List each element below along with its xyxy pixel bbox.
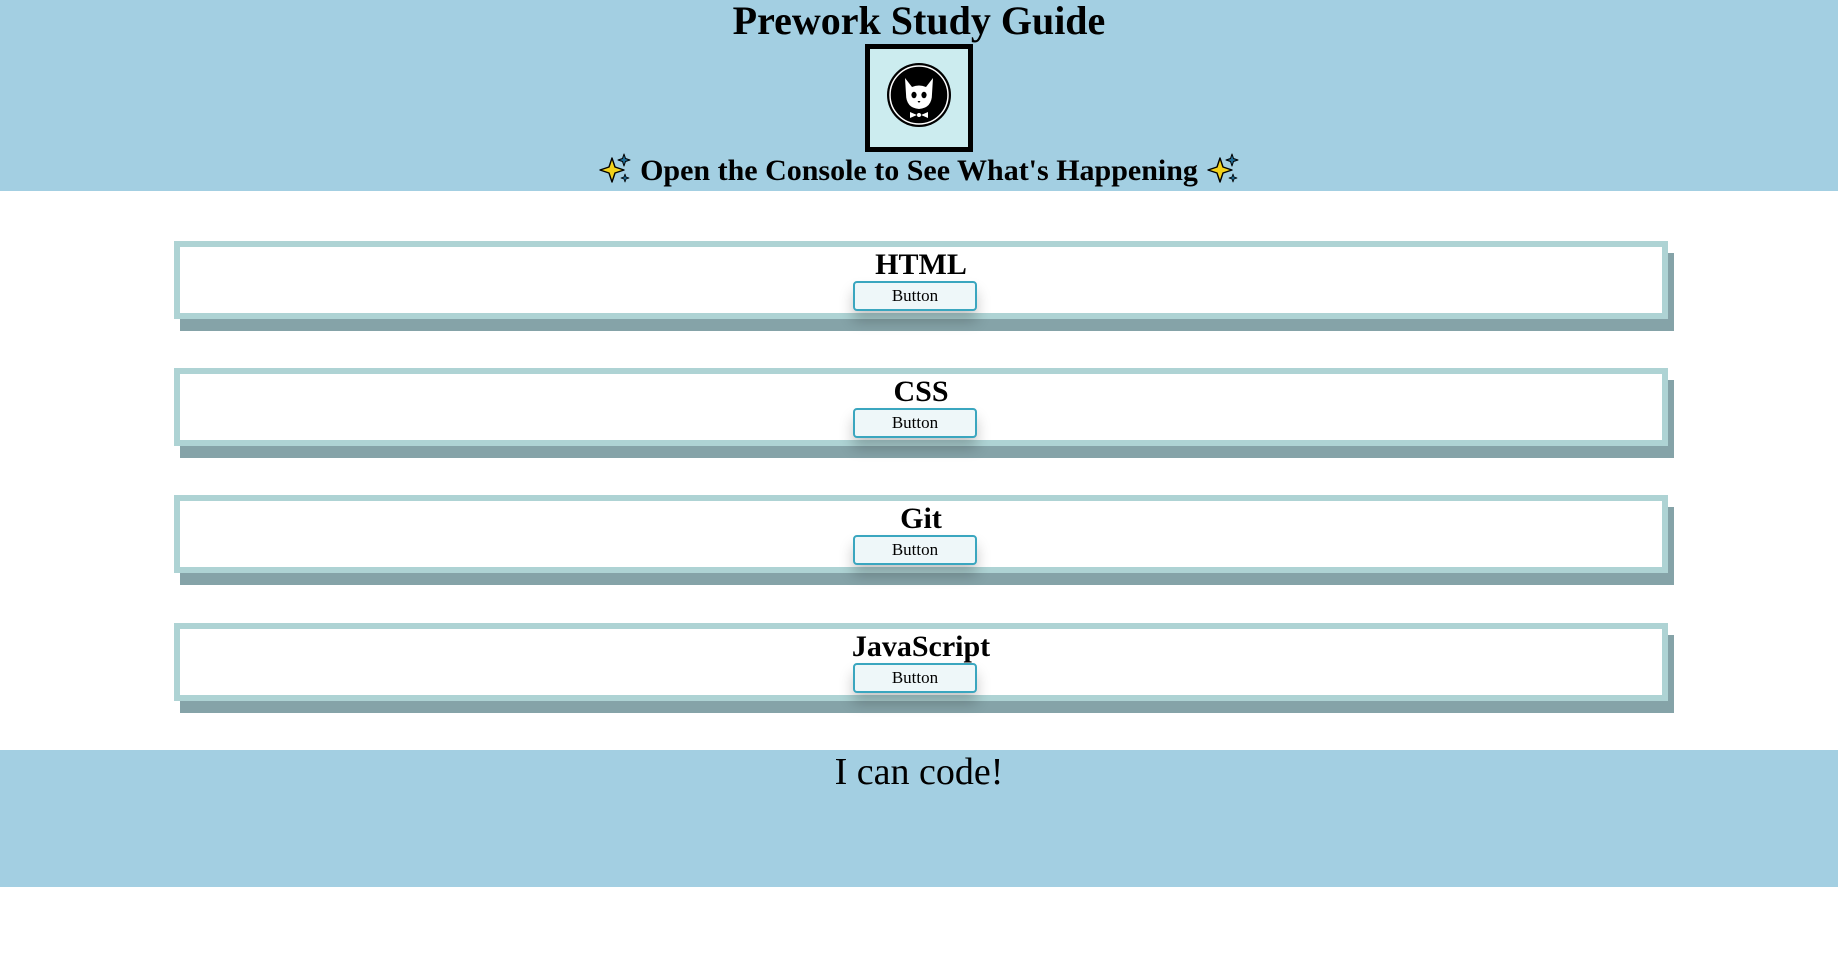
topic-card-javascript: JavaScript Button bbox=[174, 623, 1668, 701]
topic-card-html: HTML Button bbox=[174, 241, 1668, 319]
topic-title: Git bbox=[900, 502, 942, 535]
sparkles-icon bbox=[1207, 153, 1239, 183]
topic-title: HTML bbox=[875, 248, 967, 281]
page-header: Prework Study Guide Open the Console to … bbox=[0, 0, 1838, 191]
css-button[interactable]: Button bbox=[853, 408, 977, 438]
topic-card-css: CSS Button bbox=[174, 368, 1668, 446]
cat-avatar-icon bbox=[887, 63, 951, 127]
html-button[interactable]: Button bbox=[853, 281, 977, 311]
git-button[interactable]: Button bbox=[853, 535, 977, 565]
topic-title: CSS bbox=[893, 375, 949, 408]
footer-text: I can code! bbox=[834, 751, 1004, 793]
page-footer: I can code! bbox=[0, 750, 1838, 887]
sparkles-icon bbox=[599, 153, 631, 183]
javascript-button[interactable]: Button bbox=[853, 663, 977, 693]
topic-card-git: Git Button bbox=[174, 495, 1668, 573]
avatar bbox=[865, 44, 973, 152]
subtitle-text: Open the Console to See What's Happening bbox=[640, 154, 1198, 187]
subtitle: Open the Console to See What's Happening bbox=[0, 152, 1838, 190]
topic-title: JavaScript bbox=[851, 630, 991, 663]
page-title: Prework Study Guide bbox=[732, 0, 1106, 43]
